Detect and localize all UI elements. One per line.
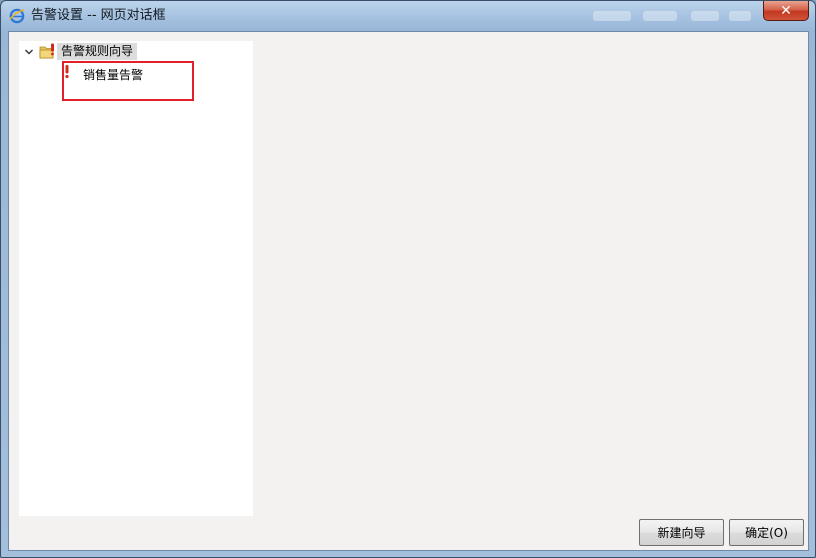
title-bar[interactable]: 告警设置 -- 网页对话框 ✕ [1,1,815,31]
background-blur [593,11,631,21]
dialog-window: 告警设置 -- 网页对话框 ✕ 告警规则向导 销售量告警 新建向导 确定(O) [0,0,816,558]
new-wizard-button[interactable]: 新建向导 [639,519,724,546]
background-blur [729,11,751,21]
ie-icon [9,8,25,24]
annotation-highlight-box [62,61,194,101]
close-button[interactable]: ✕ [763,1,809,21]
background-blur [643,11,677,21]
close-icon: ✕ [780,2,792,19]
rule-tree-panel: 告警规则向导 销售量告警 [19,41,253,516]
detail-content-area [254,41,807,516]
ok-button[interactable]: 确定(O) [729,519,804,546]
dialog-client-area: 告警规则向导 销售量告警 新建向导 确定(O) [8,31,809,551]
window-title: 告警设置 -- 网页对话框 [31,8,166,23]
background-blur [691,11,719,21]
tree-expand-chevron-icon[interactable] [23,47,35,59]
folder-alert-icon [39,43,54,59]
tree-root-label[interactable]: 告警规则向导 [57,43,138,60]
